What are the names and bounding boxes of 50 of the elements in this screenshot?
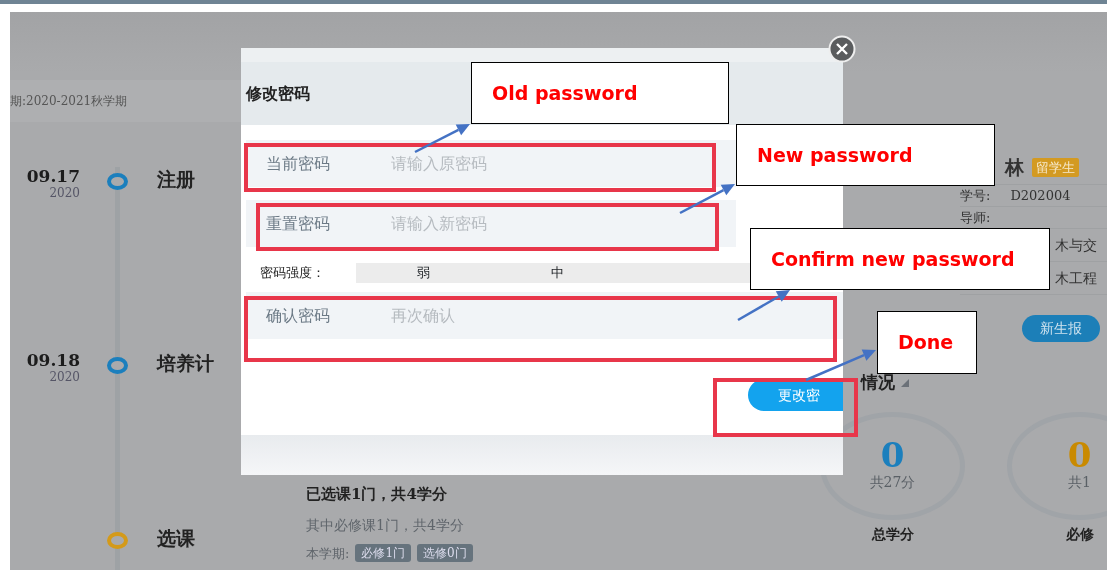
year-text: 2020 — [48, 369, 80, 386]
password-field[interactable]: 重置密码 请输入新密码 — [246, 200, 736, 247]
term-label: 本学期: — [306, 544, 350, 563]
date-text: 09.17 — [25, 167, 80, 186]
close-icon[interactable] — [828, 35, 856, 63]
step-title: 选课 — [157, 525, 195, 551]
credit-total: 共1 — [1068, 473, 1091, 492]
callout-label: New password — [736, 124, 995, 186]
credit-label: 总学分 — [871, 524, 914, 544]
course-tag: 必修1门 — [355, 544, 412, 563]
info-text: 木与交 — [1055, 235, 1097, 255]
section-title: 情况 — [861, 371, 895, 394]
password-input[interactable]: 请输入原密码 — [389, 150, 736, 177]
field-label: 导师: — [960, 208, 991, 227]
field-label: 重置密码 — [266, 212, 331, 235]
credit-total: 共27分 — [869, 473, 916, 492]
term-label: 期:2020-2021秋学期 — [10, 93, 128, 110]
caret-icon — [901, 378, 909, 387]
step-title: 注册 — [157, 167, 195, 192]
date-text: 09.18 — [25, 351, 80, 370]
pointer-arrow — [737, 290, 790, 322]
student-tag: 留学生 — [1032, 157, 1079, 178]
register-button[interactable]: 新生报 — [1022, 315, 1100, 342]
student-name: 林 — [1005, 155, 1024, 181]
strength-level: 中 — [550, 264, 566, 282]
pointer-arrow — [414, 124, 470, 154]
field-label: 确认密码 — [266, 304, 331, 327]
field-label: 当前密码 — [266, 152, 331, 175]
callout-label: Confirm new password — [750, 228, 1050, 290]
strength-label: 密码强度： — [260, 264, 326, 283]
summary-text: 已选课1门，共4学分 — [306, 484, 448, 505]
credit-label: 必修 — [1065, 524, 1094, 544]
strength-level: 弱 — [415, 264, 431, 282]
credit-value: 0 — [1067, 438, 1092, 472]
credit-value: 0 — [880, 438, 905, 472]
password-field[interactable]: 当前密码 请输入原密码 — [246, 140, 736, 187]
callout-label: Old password — [471, 62, 729, 124]
step-title: 培养计 — [157, 351, 214, 376]
password-input[interactable]: 再次确认 — [389, 302, 843, 329]
summary-detail: 其中必修课1门，共4学分 — [306, 515, 465, 535]
info-text: 木工程 — [1055, 268, 1097, 288]
callout-label: Done — [877, 311, 977, 374]
field-label: 学号: — [960, 186, 991, 205]
year-text: 2020 — [48, 185, 80, 202]
course-tag: 选修0门 — [417, 544, 473, 563]
field-value: D202004 — [1010, 186, 1071, 205]
dialog-title: 修改密码 — [246, 82, 310, 105]
pointer-arrow — [679, 184, 735, 215]
password-input[interactable]: 请输入新密码 — [389, 210, 736, 237]
password-field[interactable]: 确认密码 再次确认 — [246, 292, 843, 339]
